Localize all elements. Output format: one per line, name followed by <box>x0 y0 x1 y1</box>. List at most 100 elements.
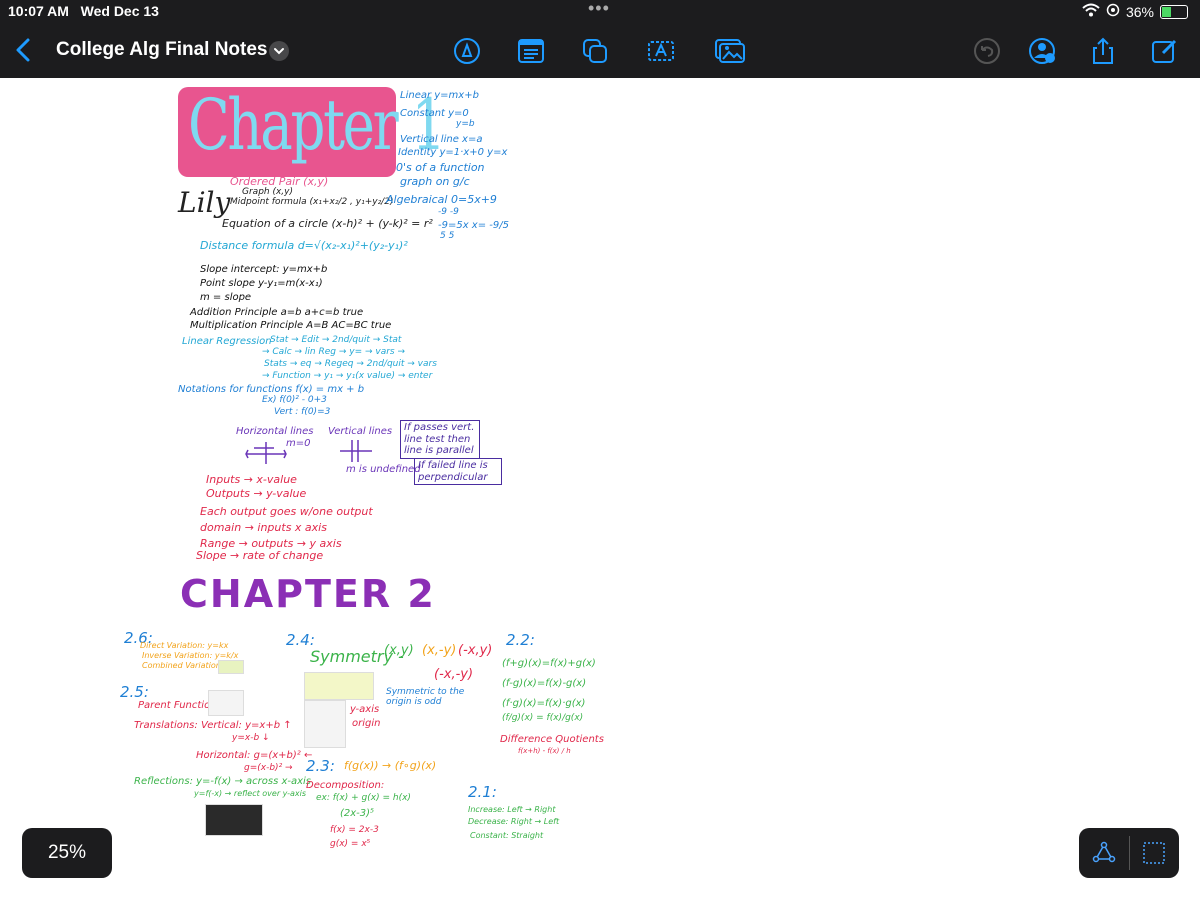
direct-variation-note: Direct Variation: y=kx <box>140 641 229 650</box>
composition-note: f(g(x)) → (f∘g)(x) <box>344 759 437 772</box>
app-toolbar: College Alg Final Notes <box>0 24 1200 78</box>
domain-note: domain → inputs x axis <box>200 521 327 534</box>
zoom-level-button[interactable]: 25% <box>22 828 112 878</box>
vertical-lines-note: Vertical lines <box>328 426 393 437</box>
page-grid-icon[interactable] <box>1142 841 1166 870</box>
time-text: 10:07 AM <box>8 3 69 19</box>
linreg-step-2: → Calc → lin Reg → y= → vars → <box>262 347 406 357</box>
linear-regression-label: Linear Regression <box>182 336 272 347</box>
translations-note: Translations: Vertical: y=x+b ↑ <box>134 720 292 731</box>
chapter2-title: CHAPTER 2 <box>180 572 436 616</box>
linreg-step-1: Stat → Edit → 2nd/quit → Stat <box>270 335 402 345</box>
constant-note: Constant y=0 <box>400 108 469 119</box>
midpoint-note: Midpoint formula (x₁+x₂/2 , y₁+y₂/2) <box>230 197 394 207</box>
decomposition-example: ex: f(x) + g(x) = h(x) <box>316 793 411 803</box>
status-bar: 10:07 AM Wed Dec 13 ••• 36% <box>0 0 1200 24</box>
reflections-note: Reflections: y=-f(x) → across x-axis <box>134 776 312 787</box>
difference-quotient-formula: f(x+h) - f(x) / h <box>518 747 571 755</box>
symmetry-xy: (x,y) <box>384 643 414 658</box>
algebraical-step-2: -9 -9 <box>438 207 459 217</box>
reflections-note-2: y=f(-x) → reflect over y-axis <box>194 789 307 798</box>
zoom-level-text: 25% <box>47 842 87 863</box>
decomposition-note: Decomposition: <box>306 780 385 791</box>
increase-note: Increase: Left → Right <box>468 805 556 814</box>
example-note: Ex) f(0)² - 0+3 <box>262 395 327 405</box>
multiplication-principle-note: Multiplication Principle A=B AC=BC true <box>190 320 392 331</box>
perpendicular-note-box: If failed line is perpendicular <box>414 458 502 485</box>
y-axis-note: y-axis <box>350 704 380 715</box>
page-tools-panel <box>1079 828 1179 878</box>
back-chevron-icon[interactable] <box>10 34 38 66</box>
translations-note-2: y=x-b ↓ <box>232 733 270 743</box>
each-output-note: Each output goes w/one output <box>200 505 373 518</box>
constant-straight-note: Constant: Straight <box>470 831 544 840</box>
vert-note: Vert : f(0)=3 <box>274 407 331 417</box>
m-zero-note: m=0 <box>286 438 311 449</box>
multitask-dots-icon[interactable]: ••• <box>588 0 610 19</box>
pencil-tip-icon[interactable] <box>452 36 482 66</box>
orientation-lock-icon <box>1106 3 1120 20</box>
section-2-2-label: 2.2: <box>506 631 535 649</box>
origin-note: origin <box>352 718 381 729</box>
point-slope-note: Point slope y-y₁=m(x-x₁) <box>200 278 323 289</box>
title-chevron-down-icon[interactable] <box>269 41 289 61</box>
combined-variation-note: Combined Variation: <box>142 661 224 670</box>
slope-intercept-note: Slope intercept: y=mx+b <box>200 264 328 275</box>
reflections-thumbnail[interactable] <box>205 804 263 836</box>
variation-thumbnail[interactable] <box>218 660 244 674</box>
fg-product-note: (f·g)(x)=f(x)·g(x) <box>502 698 586 709</box>
horizontal-line-graph-icon <box>244 440 288 471</box>
linreg-step-4: → Function → y₁ → y₁(x value) → enter <box>262 371 433 381</box>
copy-icon[interactable] <box>580 36 610 66</box>
parent-functions-thumbnail[interactable] <box>208 690 244 716</box>
slope-rate-note: Slope → rate of change <box>196 549 324 562</box>
panel-divider <box>1129 836 1130 870</box>
m-undefined-note: m is undefined <box>346 464 421 475</box>
symmetry-negx-negy: (-x,-y) <box>434 667 474 682</box>
document-icon[interactable] <box>516 36 546 66</box>
notations-note: Notations for functions f(x) = mx + b <box>178 384 365 395</box>
inputs-note: Inputs → x-value <box>206 473 297 486</box>
constant-note-2: y=b <box>456 119 475 129</box>
wifi-icon <box>1082 3 1100 20</box>
decrease-note: Decrease: Right → Left <box>468 817 560 826</box>
share-people-icon[interactable] <box>1026 36 1056 66</box>
algebraical-note: Algebraical 0=5x+9 <box>386 193 497 206</box>
section-2-1-label: 2.1: <box>468 783 497 801</box>
text-box-icon[interactable] <box>646 36 676 66</box>
section-2-5-label: 2.5: <box>120 683 149 701</box>
difference-quotients-note: Difference Quotients <box>500 734 604 745</box>
document-title[interactable]: College Alg Final Notes <box>56 39 268 61</box>
status-right: 36% <box>1082 3 1188 20</box>
fg-sum-note: (f+g)(x)=f(x)+g(x) <box>502 658 596 669</box>
graph-on-note: graph on g/c <box>400 175 470 188</box>
zeros-note: 0's of a function <box>396 161 485 174</box>
battery-icon <box>1160 4 1188 19</box>
horizontal-note: Horizontal: g=(x+b)² ← <box>196 750 313 761</box>
identity-note: Identity y=1·x+0 y=x <box>398 147 508 158</box>
horizontal-note-2: g=(x-b)² → <box>244 763 293 773</box>
fg-quotient-note: (f/g)(x) = f(x)/g(x) <box>502 713 584 723</box>
addition-principle-note: Addition Principle a=b a+c=b true <box>190 307 364 318</box>
vertical-line-note: Vertical line x=a <box>400 134 483 145</box>
section-2-3-label: 2.3: <box>306 757 335 775</box>
linear-note: Linear y=mx+b <box>400 90 479 101</box>
status-time: 10:07 AM Wed Dec 13 <box>8 3 159 19</box>
symmetry-thumbnail-1[interactable] <box>304 672 374 700</box>
battery-percent: 36% <box>1125 3 1154 20</box>
parallel-note-box: If passes vert. line test then line is p… <box>400 420 480 459</box>
distance-formula-note: Distance formula d=√(x₂-x₁)²+(y₂-y₁)² <box>200 239 408 252</box>
algebraical-step-3: -9=5x x= -9/5 <box>438 220 509 231</box>
m-slope-note: m = slope <box>200 292 252 303</box>
decomposition-step-2: (2x-3)⁵ <box>340 808 375 819</box>
compose-icon[interactable] <box>1150 36 1180 66</box>
linreg-step-3: Stats → eq → Regeq → 2nd/quit → vars <box>264 359 437 369</box>
lasso-tool-icon[interactable] <box>1092 841 1116 870</box>
horizontal-lines-note: Horizontal lines <box>236 426 314 437</box>
share-icon[interactable] <box>1088 36 1118 66</box>
symmetry-thumbnail-2[interactable] <box>304 700 346 748</box>
date-text: Wed Dec 13 <box>80 3 159 19</box>
undo-icon[interactable] <box>972 36 1002 66</box>
fg-difference-note: (f-g)(x)=f(x)-g(x) <box>502 678 587 689</box>
image-icon[interactable] <box>714 36 745 66</box>
